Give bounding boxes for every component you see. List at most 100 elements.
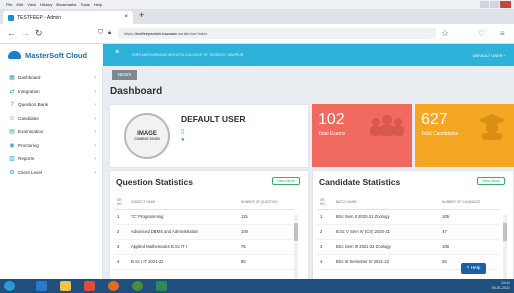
forward-arrow-icon[interactable]: → [21, 28, 30, 38]
sidebar-item-candidate[interactable]: ☺ Candidate › [0, 112, 102, 126]
sidebar-item-examination[interactable]: ▤ Examination › [0, 125, 102, 139]
window-controls [479, 1, 511, 8]
avatar: IMAGE COMING SOON [124, 113, 170, 159]
app-logo[interactable]: MasterSoft Cloud [0, 44, 103, 66]
chevron-right-icon: › [94, 156, 96, 162]
menu-edit[interactable]: Edit [16, 2, 23, 7]
scrollbar-thumb[interactable] [294, 223, 298, 241]
cell: 2 [317, 224, 333, 240]
menu-file[interactable]: File [6, 2, 12, 7]
menu-view[interactable]: View [27, 2, 36, 7]
total-exams-value: 102 [318, 111, 345, 128]
total-candidates-card[interactable]: 627 Total Candidates [415, 104, 514, 167]
shield-icon[interactable]: ⛉ [98, 29, 103, 37]
url-bar[interactable]: https://testfeepadmin.bawaam.co.in/User/… [118, 28, 436, 39]
table-row[interactable]: 3 Applied Mathematics B.Sc IT I 75 [114, 239, 294, 255]
bookmark-star-icon[interactable]: ☆ [441, 28, 449, 39]
graduate-icon [478, 114, 506, 140]
tab-close-icon[interactable]: × [124, 14, 128, 20]
total-candidates-label: Total Candidates [421, 131, 459, 137]
back-arrow-icon[interactable]: ← [7, 28, 16, 38]
table-row[interactable]: 3 BSc Sem III 2021-22 Zoology 108 [317, 239, 499, 255]
browser-menu-icon[interactable]: ≡ [500, 29, 505, 38]
question-bank-icon: ? [10, 102, 14, 108]
help-icon: ? [466, 266, 470, 271]
sidebar-item-client-level[interactable]: ⚙ Client Level › [0, 166, 102, 180]
integration-icon: ⇄ [9, 88, 15, 95]
new-tab-button[interactable]: + [139, 10, 144, 20]
college-name: SHRI MATHURADAS MOHOTA COLLEGE OF SCIENC… [132, 53, 244, 57]
proctoring-icon: ◉ [9, 142, 15, 149]
chevron-right-icon: › [94, 75, 96, 81]
candidate-statistics-table: SR. NO. BATCH NAME NUMBER OF CANDIDATE 1… [317, 196, 499, 270]
minimize-button[interactable] [480, 1, 489, 8]
pocket-icon[interactable]: ♡ [478, 29, 485, 38]
menu-bookmarks[interactable]: Bookmarks [56, 2, 76, 7]
table-header-row: SR. NO. SUBJECT NAME NUMBER OF QUESTION [114, 196, 294, 210]
maximize-button[interactable] [490, 1, 499, 8]
close-window-button[interactable] [500, 1, 511, 8]
menu-history[interactable]: History [40, 2, 52, 7]
sidebar-item-question-bank[interactable]: ? Question Bank › [0, 98, 102, 112]
user-menu[interactable]: DEFAULT USER › [473, 53, 505, 58]
dashboard-icon: ▦ [9, 75, 15, 81]
profile-name: DEFAULT USER [181, 114, 246, 124]
help-button[interactable]: ? Help [461, 263, 486, 274]
reports-icon: ▥ [9, 156, 15, 162]
cell: 100 [238, 224, 294, 240]
internet-explorer-icon[interactable] [36, 281, 47, 291]
media-player-icon[interactable] [84, 281, 95, 291]
sidebar-item-dashboard[interactable]: ▦ Dashboard › [0, 71, 102, 85]
table-row[interactable]: 2 B.Sc V Sem IV (CS) 2020-21 47 [317, 224, 499, 240]
menu-help[interactable]: Help [94, 2, 102, 7]
help-label: Help [470, 266, 481, 271]
scrollbar-thumb[interactable] [503, 223, 507, 241]
sidebar-item-integration[interactable]: ⇄ Integration › [0, 85, 102, 99]
hamburger-menu-icon[interactable]: ≡ [115, 49, 119, 56]
sidebar-item-label: Integration [18, 88, 40, 94]
scrollbar[interactable] [503, 215, 507, 285]
reload-icon[interactable]: ↻ [35, 28, 43, 39]
table-row[interactable]: 1 "C" Programming 115 [114, 209, 294, 225]
lock-icon[interactable]: 🔒︎ [108, 30, 111, 37]
app-g-icon[interactable] [156, 281, 167, 291]
profile-card: IMAGE COMING SOON DEFAULT USER ▯ ● [109, 104, 309, 168]
system-tray[interactable]: 13:41 09-01-2021 [492, 281, 510, 290]
avatar-placeholder-subtext: COMING SOON [134, 137, 160, 141]
app-header: MasterSoft Cloud ≡ SHRI MATHURADAS MOHOT… [0, 44, 514, 66]
browser-menubar: File Edit View History Bookmarks Tools H… [0, 0, 514, 9]
table-row[interactable]: 2 Advanced DBMS and Administration 100 [114, 224, 294, 240]
favicon-icon [8, 14, 14, 21]
firefox-icon[interactable] [108, 281, 119, 291]
total-exams-card[interactable]: 102 Total Exams [312, 104, 412, 167]
tab-strip: TESTFEEP - Admin × + [0, 9, 514, 24]
sidebar-item-label: Reports [18, 156, 35, 162]
cell: 1 [317, 209, 333, 225]
column-header: BATCH NAME [333, 196, 439, 210]
scrollbar[interactable] [294, 215, 298, 285]
taskbar: 13:41 09-01-2021 [0, 279, 514, 293]
candidate-icon: ☺ [9, 115, 16, 122]
table-row[interactable]: 1 BSc Sem II 2020-21 Zoology 105 [317, 209, 499, 225]
brand-name: MasterSoft Cloud [25, 50, 88, 60]
start-button-icon[interactable] [4, 281, 15, 291]
chrome-icon[interactable] [132, 281, 143, 291]
menu-tools[interactable]: Tools [80, 2, 89, 7]
table-row[interactable]: 4 B.Sc I IT 2021-22 85 [114, 254, 294, 270]
cell: 108 [439, 239, 499, 255]
sidebar-item-proctoring[interactable]: ◉ Proctoring › [0, 139, 102, 153]
sidebar-item-label: Examination [18, 129, 44, 135]
chevron-right-icon: › [94, 142, 96, 149]
breadcrumb[interactable]: NEWS [112, 70, 138, 80]
view-more-button[interactable]: View More [272, 177, 300, 185]
cell: 4 [317, 254, 333, 270]
total-candidates-value: 627 [421, 111, 448, 128]
cell: BSc Sem III 2021-22 Zoology [333, 239, 439, 255]
browser-tab[interactable]: TESTFEEP - Admin × [3, 11, 133, 24]
breadcrumb-bar: NEWS [103, 66, 514, 83]
view-more-button[interactable]: View More [477, 177, 505, 185]
sidebar-item-reports[interactable]: ▥ Reports › [0, 152, 102, 166]
group-users-icon [370, 115, 404, 136]
file-explorer-icon[interactable] [60, 281, 71, 291]
chevron-right-icon: › [94, 129, 96, 135]
